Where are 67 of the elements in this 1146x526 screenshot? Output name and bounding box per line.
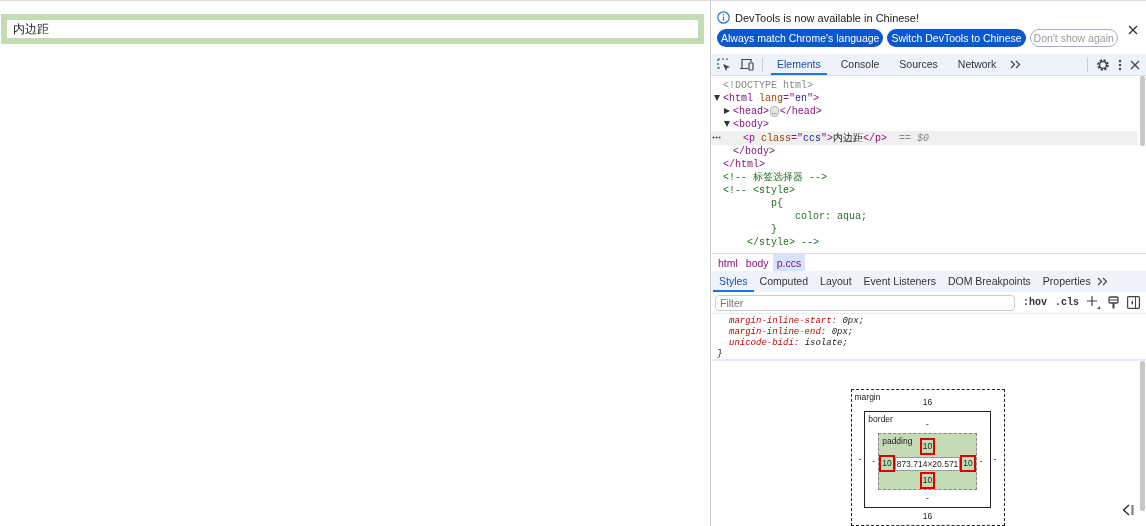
margin-box[interactable]: margin 16 - border - - padding 10 10 873.714×20.571 10 10 - - - 16: [850, 389, 1005, 526]
padding-box[interactable]: padding 10 10 873.714×20.571 10 10: [878, 433, 977, 490]
expand-arrow-icon[interactable]: [724, 108, 730, 115]
box-value: 10: [919, 472, 936, 489]
box-value: -: [992, 453, 998, 466]
dom-line[interactable]: <head> … </head>: [733, 105, 822, 119]
scrollbar-thumb[interactable]: [1140, 361, 1145, 511]
more-icon[interactable]: [1118, 58, 1122, 71]
infobar-button[interactable]: Switch DevTools to Chinese: [887, 29, 1026, 47]
paint-brush-icon[interactable]: [1108, 296, 1119, 310]
dom-line[interactable]: </html>: [723, 158, 765, 172]
more-tabs-icon[interactable]: [1096, 277, 1108, 287]
breadcrumb[interactable]: body: [741, 253, 773, 272]
paragraph-text: 内边距: [7, 20, 698, 38]
device-icon[interactable]: [739, 58, 754, 72]
box-value: -: [925, 418, 930, 431]
sidebar-tab[interactable]: Computed: [753, 271, 815, 293]
sidebar-tab[interactable]: Properties: [1036, 271, 1097, 293]
infobar-button[interactable]: Always match Chrome's language: [717, 29, 884, 47]
scrollbar-thumb[interactable]: [1140, 76, 1145, 147]
box-label: border: [868, 414, 893, 424]
dom-comment[interactable]: <!-- <style> p{ color: aqua; } </style> -->: [723, 184, 868, 250]
more-icon[interactable]: [712, 136, 721, 140]
dom-line[interactable]: </body>: [733, 145, 775, 159]
dom-line[interactable]: <html lang="en">: [723, 92, 820, 106]
sidebar-toggle-icon[interactable]: [1127, 296, 1140, 310]
box-value: 10: [960, 455, 976, 472]
breadcrumb[interactable]: html: [714, 253, 742, 272]
settings-icon[interactable]: [1096, 57, 1110, 72]
box-label: padding: [882, 436, 913, 446]
toggle-button[interactable]: :hov: [1022, 297, 1047, 309]
box-value: -: [925, 492, 930, 505]
panel-tab[interactable]: Console: [834, 54, 886, 76]
inspect-icon[interactable]: [717, 57, 731, 72]
css-declaration[interactable]: unicode-bidi: isolate;: [717, 338, 1140, 349]
panel-tab[interactable]: Sources: [893, 54, 944, 76]
css-declaration[interactable]: margin-inline-start: 0px;: [717, 316, 1140, 327]
dom-line[interactable]: <!DOCTYPE html>: [723, 79, 813, 93]
sidebar-tab[interactable]: DOM Breakpoints: [941, 271, 1037, 293]
content-size[interactable]: 873.714×20.571: [894, 456, 961, 471]
dom-line[interactable]: <body>: [733, 118, 769, 132]
close-icon[interactable]: [1130, 59, 1140, 70]
box-value: -: [978, 455, 984, 468]
dom-comment[interactable]: <!-- 标签选择器 -->: [723, 171, 827, 185]
box-value: 16: [921, 396, 934, 409]
collapse-icon[interactable]: [1122, 504, 1134, 516]
info-icon: [717, 11, 730, 24]
sidebar-tab[interactable]: Event Listeners: [857, 271, 942, 293]
css-rule-end: }: [717, 349, 724, 360]
css-declaration[interactable]: margin-inline-end: 0px;: [717, 327, 1140, 338]
panel-tab[interactable]: Network: [951, 54, 1003, 76]
border-box[interactable]: border - - padding 10 10 873.714×20.571 10 10 - -: [864, 411, 991, 508]
plus-icon[interactable]: [1087, 296, 1100, 310]
sidebar-tab[interactable]: Styles: [713, 271, 754, 293]
info-message: DevTools is now available in Chinese!: [735, 11, 920, 24]
expand-arrow-icon[interactable]: [714, 95, 720, 102]
box-value: 10: [919, 438, 936, 455]
box-value: -: [857, 453, 863, 466]
panel-tab[interactable]: Elements: [771, 54, 827, 76]
filter-field[interactable]: Filter: [715, 294, 1015, 311]
box-label: margin: [854, 392, 881, 402]
close-icon[interactable]: [1128, 25, 1138, 35]
box-value: -: [871, 455, 877, 468]
box-value: 16: [921, 510, 934, 523]
more-tabs-icon[interactable]: [1010, 60, 1022, 70]
sidebar-tab[interactable]: Layout: [814, 271, 858, 293]
toggle-button[interactable]: .cls: [1055, 297, 1079, 309]
